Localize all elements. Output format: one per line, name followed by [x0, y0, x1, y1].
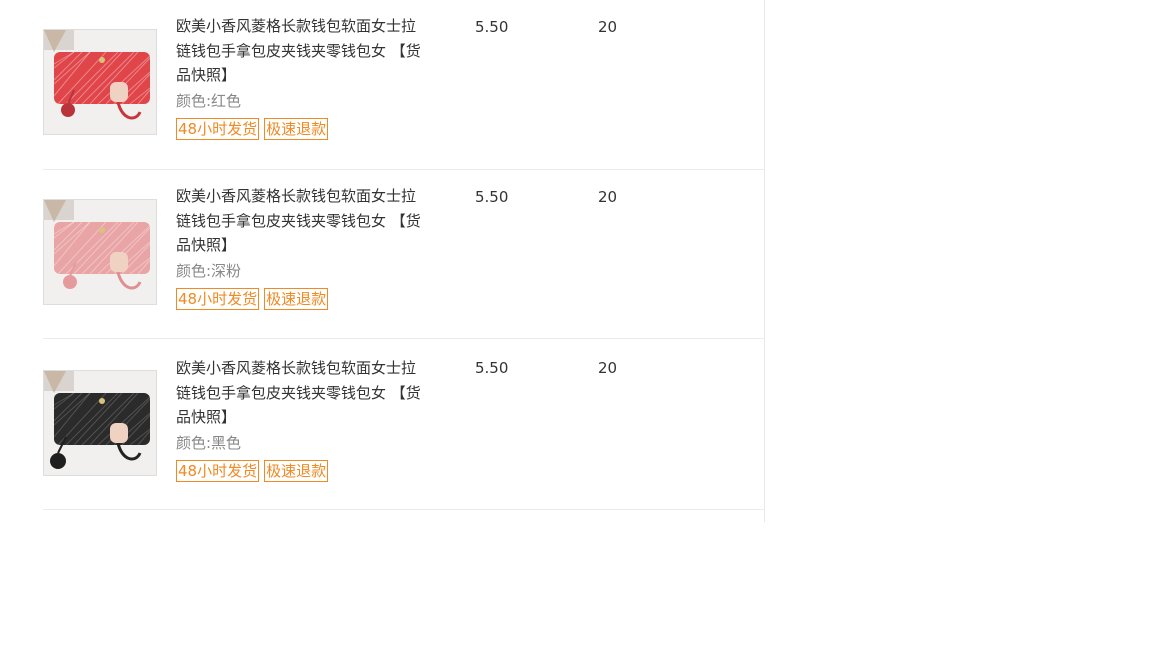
order-items-panel: 欧美小香风菱格长款钱包软面女士拉链钱包手拿包皮夹钱夹零钱包女 【货品快照】 颜色… [0, 0, 765, 522]
product-thumbnail[interactable] [43, 29, 157, 135]
unit-price: 5.50 [475, 359, 509, 377]
tag-48h-shipping: 48小时发货 [176, 288, 260, 310]
quantity: 20 [598, 359, 618, 377]
service-tags: 48小时发货 极速退款 [176, 288, 329, 310]
tag-fast-refund: 极速退款 [264, 288, 329, 310]
tag-48h-shipping: 48小时发货 [176, 118, 260, 140]
unit-price: 5.50 [475, 18, 509, 36]
product-thumbnail[interactable] [43, 370, 157, 476]
product-title-link[interactable]: 欧美小香风菱格长款钱包软面女士拉链钱包手拿包皮夹钱夹零钱包女 【货品快照】 [176, 356, 426, 430]
product-color-spec: 颜色:红色 [176, 92, 242, 110]
wallet-image [44, 371, 156, 475]
product-title-link[interactable]: 欧美小香风菱格长款钱包软面女士拉链钱包手拿包皮夹钱夹零钱包女 【货品快照】 [176, 14, 426, 88]
order-item-row: 欧美小香风菱格长款钱包软面女士拉链钱包手拿包皮夹钱夹零钱包女 【货品快照】 颜色… [43, 0, 765, 170]
product-color-spec: 颜色:深粉 [176, 262, 242, 280]
tag-fast-refund: 极速退款 [264, 460, 329, 482]
service-tags: 48小时发货 极速退款 [176, 118, 329, 140]
unit-price: 5.50 [475, 188, 509, 206]
product-thumbnail[interactable] [43, 199, 157, 305]
product-title-link[interactable]: 欧美小香风菱格长款钱包软面女士拉链钱包手拿包皮夹钱夹零钱包女 【货品快照】 [176, 184, 426, 258]
product-color-spec: 颜色:黑色 [176, 434, 242, 452]
service-tags: 48小时发货 极速退款 [176, 460, 329, 482]
order-item-row: 欧美小香风菱格长款钱包软面女士拉链钱包手拿包皮夹钱夹零钱包女 【货品快照】 颜色… [43, 340, 765, 510]
order-item-row: 欧美小香风菱格长款钱包软面女士拉链钱包手拿包皮夹钱夹零钱包女 【货品快照】 颜色… [43, 169, 765, 339]
quantity: 20 [598, 188, 618, 206]
wallet-image [44, 200, 156, 304]
tag-48h-shipping: 48小时发货 [176, 460, 260, 482]
wallet-image [44, 30, 156, 134]
quantity: 20 [598, 18, 618, 36]
tag-fast-refund: 极速退款 [264, 118, 329, 140]
